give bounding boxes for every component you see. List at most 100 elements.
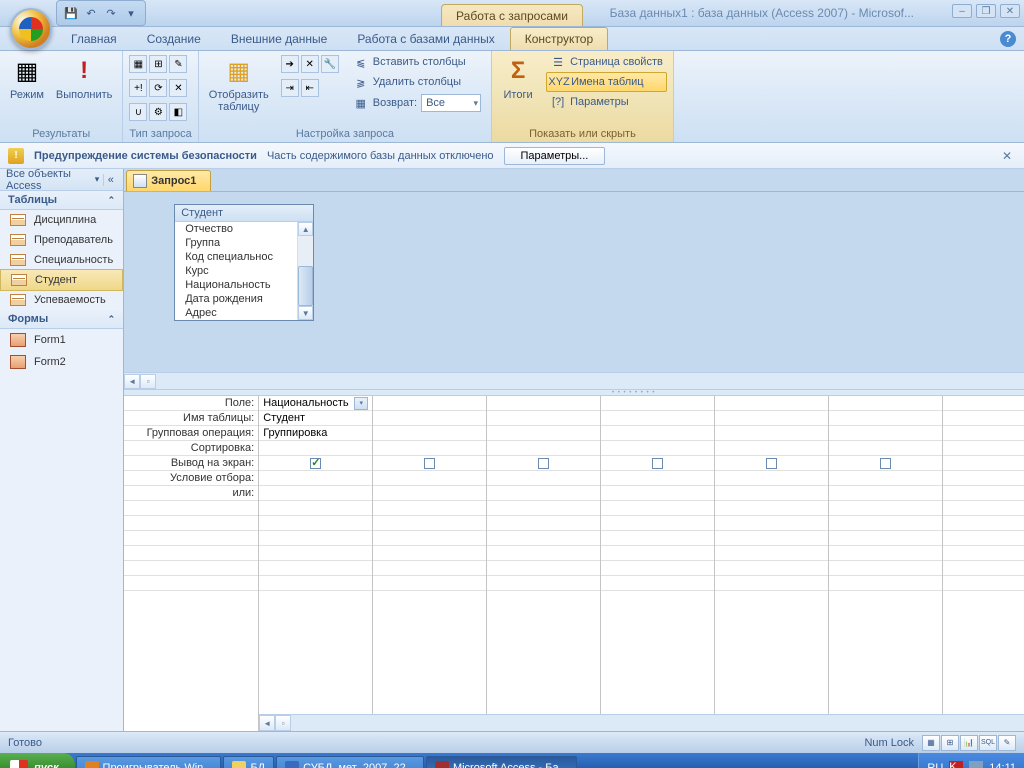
append-icon[interactable]: +!	[129, 79, 147, 97]
union-icon[interactable]: ∪	[129, 103, 147, 121]
taskbar-button[interactable]: СУБД_мет_2007_22...	[276, 756, 424, 768]
field-cell[interactable]: Национальность▾	[259, 396, 372, 411]
scroll-box-icon[interactable]: ▫	[275, 715, 291, 731]
scroll-down-icon[interactable]: ▼	[298, 306, 313, 320]
table-names-button[interactable]: XYZИмена таблиц	[546, 72, 667, 92]
pane-splitter[interactable]: • • • • • • • •	[124, 389, 1024, 396]
tab-design[interactable]: Конструктор	[510, 27, 608, 50]
delete-row2-icon[interactable]: ⇤	[301, 79, 319, 97]
sql-view-icon[interactable]: SQL	[979, 735, 997, 751]
close-button[interactable]: ✕	[1000, 4, 1020, 18]
table-box-student[interactable]: Студент Отчество Группа Код специальнос …	[174, 204, 314, 321]
grid-horizontal-scrollbar[interactable]: ◄▫►	[259, 714, 1024, 731]
checkbox-icon[interactable]	[538, 458, 549, 469]
passthrough-icon[interactable]: ⚙	[149, 103, 167, 121]
minimize-button[interactable]: –	[952, 4, 972, 18]
clock[interactable]: 14:11	[989, 762, 1016, 768]
insert-columns-button[interactable]: ⫹Вставить столбцы	[349, 53, 485, 71]
nav-dropdown-icon[interactable]: ▾	[95, 174, 100, 185]
delete-columns-button[interactable]: ⫺Удалить столбцы	[349, 73, 485, 91]
nav-item-table[interactable]: Специальность	[0, 250, 123, 270]
help-icon[interactable]: ?	[1000, 31, 1016, 47]
criteria-cell[interactable]	[259, 471, 372, 486]
run-button[interactable]: ! Выполнить	[52, 53, 116, 103]
field-item[interactable]: Национальность	[175, 278, 313, 292]
grid-column[interactable]	[601, 396, 715, 731]
document-tab[interactable]: Запрос1	[126, 170, 211, 191]
tray-icon[interactable]	[969, 761, 983, 768]
security-options-button[interactable]: Параметры...	[504, 147, 606, 165]
nav-item-form[interactable]: Form2	[0, 351, 123, 373]
field-item[interactable]: Дата рождения	[175, 292, 313, 306]
checkbox-icon[interactable]	[766, 458, 777, 469]
view-button[interactable]: ▦ Режим	[6, 53, 48, 103]
field-item[interactable]: Курс	[175, 264, 313, 278]
insert-row-icon[interactable]: ➔	[281, 55, 299, 73]
grid-column[interactable]	[943, 396, 1024, 731]
checkbox-icon[interactable]	[880, 458, 891, 469]
insert-row2-icon[interactable]: ⇥	[281, 79, 299, 97]
taskbar-button[interactable]: БД	[223, 756, 274, 768]
return-combo[interactable]: Все	[421, 94, 481, 112]
scroll-thumb[interactable]	[298, 266, 313, 306]
qat-customize-icon[interactable]: ▾	[123, 5, 139, 21]
scroll-box-icon[interactable]: ▫	[140, 374, 156, 389]
nav-group-forms[interactable]: Формы⌃	[0, 310, 123, 329]
select-query-icon[interactable]: ▦	[129, 55, 147, 73]
contextual-tab-query[interactable]: Работа с запросами	[441, 4, 583, 26]
tab-database-tools[interactable]: Работа с базами данных	[342, 27, 509, 50]
grid-column[interactable]	[829, 396, 943, 731]
scrollbar[interactable]: ▲ ▼	[297, 222, 313, 320]
chart-view-icon[interactable]: 📊	[960, 735, 978, 751]
redo-icon[interactable]: ↷	[103, 5, 119, 21]
office-button[interactable]	[10, 8, 52, 50]
nav-item-table[interactable]: Преподаватель	[0, 230, 123, 250]
restore-button[interactable]: ❐	[976, 4, 996, 18]
tab-home[interactable]: Главная	[56, 27, 132, 50]
grid-column[interactable]	[373, 396, 487, 731]
security-close-icon[interactable]: ✕	[998, 149, 1016, 163]
show-table-button[interactable]: ▦ Отобразить таблицу	[205, 53, 273, 115]
scroll-left-icon[interactable]: ◄	[124, 374, 140, 389]
property-sheet-button[interactable]: ☰Страница свойств	[546, 53, 667, 71]
show-cell[interactable]	[259, 456, 372, 471]
checkbox-icon[interactable]	[652, 458, 663, 469]
field-item[interactable]: Адрес	[175, 306, 313, 320]
nav-item-table[interactable]: Успеваемость	[0, 290, 123, 310]
design-view-icon[interactable]: ✎	[998, 735, 1016, 751]
nav-group-tables[interactable]: Таблицы⌃	[0, 191, 123, 210]
dropdown-icon[interactable]: ▾	[354, 397, 368, 410]
delete-query-icon[interactable]: ✕	[169, 79, 187, 97]
datasheet-view-icon[interactable]: ▦	[922, 735, 940, 751]
nav-item-form[interactable]: Form1	[0, 329, 123, 351]
grid-column[interactable]	[715, 396, 829, 731]
pivot-view-icon[interactable]: ⊞	[941, 735, 959, 751]
start-button[interactable]: пуск	[0, 753, 75, 768]
grid-column[interactable]: Национальность▾ Студент Группировка	[259, 396, 373, 731]
checkbox-checked-icon[interactable]	[310, 458, 321, 469]
builder-icon[interactable]: 🔧	[321, 55, 339, 73]
parameters-button[interactable]: [?]Параметры	[546, 93, 667, 111]
scroll-left-icon[interactable]: ◄	[259, 715, 275, 731]
save-icon[interactable]: 💾	[63, 5, 79, 21]
nav-collapse-icon[interactable]: «	[103, 174, 117, 186]
grid-column[interactable]	[487, 396, 601, 731]
scroll-up-icon[interactable]: ▲	[298, 222, 313, 236]
field-item[interactable]: Группа	[175, 236, 313, 250]
table-diagram-pane[interactable]: Студент Отчество Группа Код специальнос …	[124, 192, 1024, 372]
nav-item-table[interactable]: Дисциплина	[0, 210, 123, 230]
field-item[interactable]: Код специальнос	[175, 250, 313, 264]
crosstab-icon[interactable]: ⊞	[149, 55, 167, 73]
delete-row-icon[interactable]: ✕	[301, 55, 319, 73]
language-indicator[interactable]: RU	[927, 762, 943, 768]
total-cell[interactable]: Группировка	[259, 426, 372, 441]
sort-cell[interactable]	[259, 441, 372, 456]
undo-icon[interactable]: ↶	[83, 5, 99, 21]
field-item[interactable]: Отчество	[175, 222, 313, 236]
nav-header[interactable]: Все объекты Access▾«	[0, 169, 123, 191]
nav-item-table[interactable]: Студент	[0, 269, 123, 291]
data-def-icon[interactable]: ◧	[169, 103, 187, 121]
taskbar-button[interactable]: Проигрыватель Win...	[76, 756, 222, 768]
table-cell[interactable]: Студент	[259, 411, 372, 426]
make-table-icon[interactable]: ✎	[169, 55, 187, 73]
